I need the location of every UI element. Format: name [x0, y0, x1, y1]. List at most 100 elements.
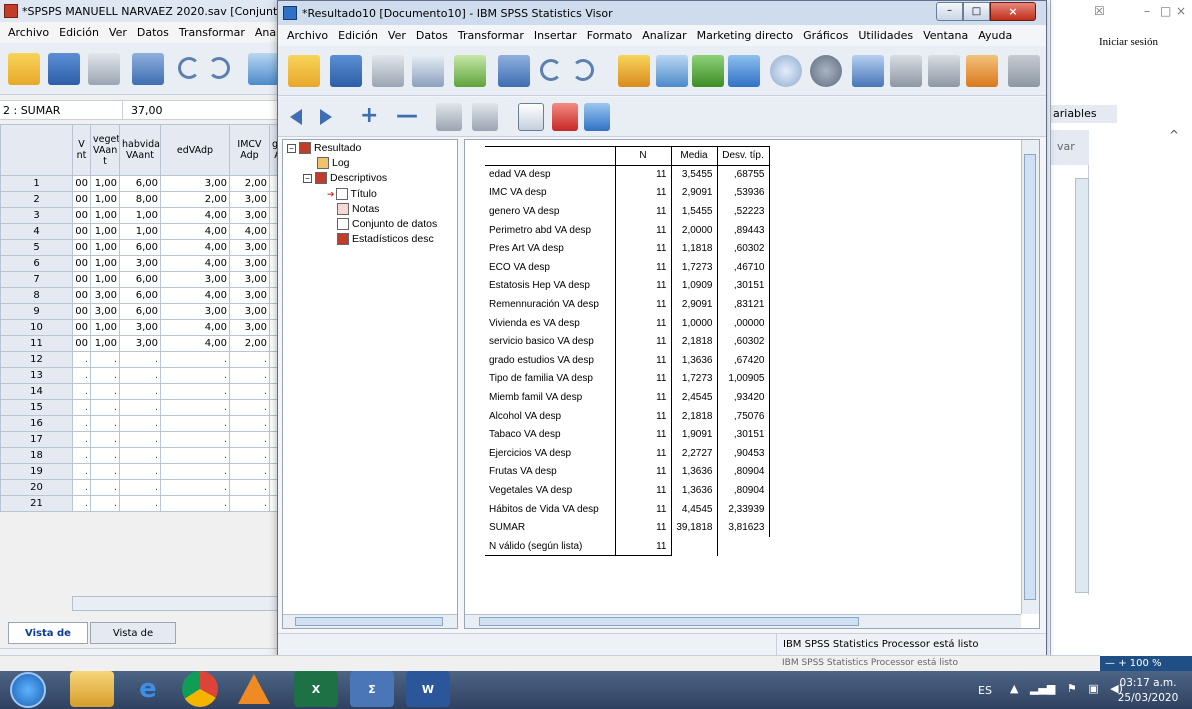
data-cell[interactable]: 3,00: [119, 319, 161, 336]
data-cell[interactable]: .: [72, 415, 91, 432]
variables-icon[interactable]: [692, 55, 724, 87]
goto-case-icon[interactable]: [656, 55, 688, 87]
data-cell[interactable]: 4,00: [229, 223, 270, 240]
vw-menu-item[interactable]: Datos: [411, 29, 453, 42]
vw-menu-item[interactable]: Ayuda: [973, 29, 1017, 42]
flag-icon[interactable]: ⚑: [1067, 682, 1077, 695]
data-cell[interactable]: 00: [72, 287, 91, 304]
start-button[interactable]: [10, 672, 46, 708]
chrome-icon[interactable]: [182, 671, 218, 707]
column-header[interactable]: habvida VAant: [119, 124, 161, 176]
content-v-scrollbar[interactable]: [1021, 140, 1039, 614]
use-sets-icon[interactable]: [890, 55, 922, 87]
open-folder-icon[interactable]: [8, 53, 40, 85]
word-icon[interactable]: W: [406, 671, 450, 707]
data-cell[interactable]: .: [119, 431, 161, 448]
tree-node-titulo[interactable]: ➔ Título: [327, 188, 377, 200]
tree-node-descriptivos[interactable]: − Descriptivos: [303, 172, 387, 184]
maximize-icon[interactable]: □: [1160, 4, 1171, 18]
data-cell[interactable]: .: [119, 383, 161, 400]
row-number[interactable]: 14: [0, 383, 73, 400]
de-menu-item[interactable]: Ver: [104, 26, 132, 39]
data-cell[interactable]: 00: [72, 255, 91, 272]
data-cell[interactable]: 00: [72, 175, 91, 192]
data-cell[interactable]: 3,00: [119, 255, 161, 272]
data-cell[interactable]: 6,00: [119, 271, 161, 288]
spss-taskbar-icon[interactable]: Σ: [350, 671, 394, 707]
data-cell[interactable]: .: [119, 447, 161, 464]
collapse-minus-icon[interactable]: —: [396, 105, 418, 127]
row-number[interactable]: 20: [0, 479, 73, 496]
internet-explorer-icon[interactable]: e: [126, 671, 170, 707]
print-icon[interactable]: [372, 55, 404, 87]
data-cell[interactable]: .: [160, 415, 230, 432]
data-cell[interactable]: 00: [72, 207, 91, 224]
data-cell[interactable]: 1,00: [90, 271, 120, 288]
data-cell[interactable]: .: [119, 495, 161, 512]
collapse-box-icon[interactable]: −: [287, 143, 296, 153]
tree-node-estadisticos[interactable]: Estadísticos desc: [337, 233, 434, 245]
data-cell[interactable]: 4,00: [160, 239, 230, 256]
content-h-scrollbar[interactable]: [465, 614, 1021, 628]
vw-menu-item[interactable]: Ventana: [918, 29, 973, 42]
row-number[interactable]: 19: [0, 463, 73, 480]
data-cell[interactable]: .: [160, 399, 230, 416]
expand-plus-icon[interactable]: +: [360, 105, 378, 127]
row-number[interactable]: 12: [0, 351, 73, 368]
data-cell[interactable]: .: [160, 479, 230, 496]
row-number[interactable]: 1: [0, 175, 73, 192]
signin-link[interactable]: Iniciar sesión: [1099, 36, 1158, 48]
row-number[interactable]: 5: [0, 239, 73, 256]
data-cell[interactable]: .: [119, 463, 161, 480]
column-header[interactable]: edVAdp: [160, 124, 230, 176]
export-icon[interactable]: [454, 55, 486, 87]
vw-menu-item[interactable]: Transformar: [453, 29, 529, 42]
arrow-right-icon[interactable]: [320, 109, 332, 125]
outline-h-scrollbar[interactable]: [283, 614, 457, 628]
data-cell[interactable]: .: [72, 367, 91, 384]
insert-heading-icon[interactable]: [518, 103, 544, 131]
data-cell[interactable]: .: [160, 351, 230, 368]
print-preview-icon[interactable]: [412, 55, 444, 87]
variable-view-tab[interactable]: Vista de variables: [90, 622, 176, 660]
data-cell[interactable]: 00: [72, 191, 91, 208]
data-cell[interactable]: 3,00: [229, 271, 270, 288]
vw-menu-item[interactable]: Insertar: [529, 29, 582, 42]
row-number[interactable]: 18: [0, 447, 73, 464]
data-cell[interactable]: 00: [72, 319, 91, 336]
data-cell[interactable]: 3,00: [229, 319, 270, 336]
data-cell[interactable]: 4,00: [160, 335, 230, 352]
data-cell[interactable]: .: [90, 415, 120, 432]
data-cell[interactable]: .: [229, 479, 270, 496]
data-cell[interactable]: 4,00: [160, 255, 230, 272]
zoom-control[interactable]: — + 100 %: [1095, 656, 1192, 672]
language-indicator[interactable]: ES: [978, 684, 992, 697]
print-icon[interactable]: [88, 53, 120, 85]
data-cell[interactable]: 1,00: [119, 207, 161, 224]
zoom-plus-icon[interactable]: +: [1118, 658, 1126, 669]
row-number[interactable]: 21: [0, 495, 73, 512]
data-cell[interactable]: 3,00: [119, 335, 161, 352]
data-cell[interactable]: .: [160, 447, 230, 464]
column-header[interactable]: veget VAan t: [90, 124, 120, 176]
data-cell[interactable]: 00: [72, 303, 91, 320]
data-cell[interactable]: .: [119, 351, 161, 368]
tray-expand-icon[interactable]: ▲: [1010, 682, 1018, 695]
tree-node-resultado[interactable]: − Resultado: [287, 142, 361, 154]
outline-scroll-thumb[interactable]: [295, 617, 443, 626]
data-cell[interactable]: .: [90, 479, 120, 496]
chevron-up-icon[interactable]: ^: [1169, 128, 1179, 142]
data-cell[interactable]: .: [229, 383, 270, 400]
data-cell[interactable]: .: [160, 495, 230, 512]
vw-menu-item[interactable]: Utilidades: [853, 29, 918, 42]
vw-menu-item[interactable]: Archivo: [282, 29, 333, 42]
undo-icon[interactable]: [178, 57, 200, 79]
redo-icon[interactable]: [572, 59, 594, 81]
insert-text-icon[interactable]: [584, 103, 610, 131]
row-number[interactable]: 15: [0, 399, 73, 416]
undo-icon[interactable]: [540, 59, 562, 81]
data-cell[interactable]: .: [229, 431, 270, 448]
data-cell[interactable]: 3,00: [229, 255, 270, 272]
de-menu-item[interactable]: Transformar: [174, 26, 250, 39]
data-cell[interactable]: .: [90, 495, 120, 512]
